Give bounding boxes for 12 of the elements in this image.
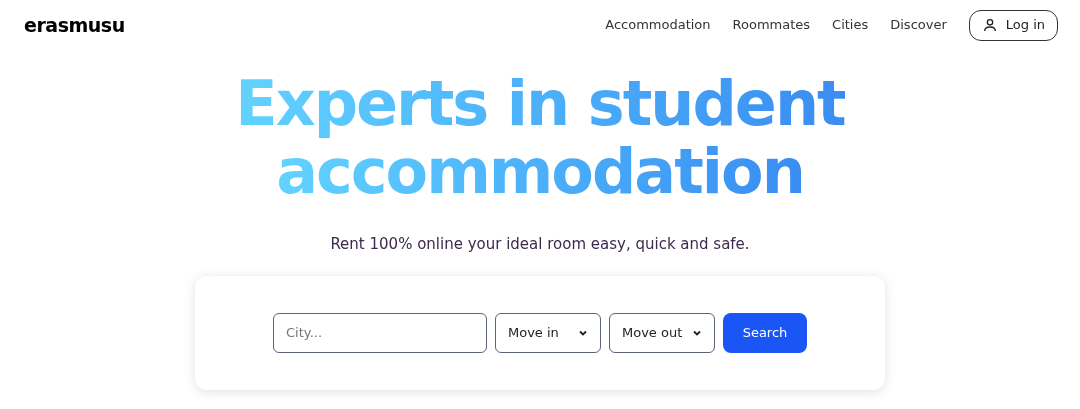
search-button[interactable]: Search: [723, 312, 807, 353]
nav-link[interactable]: Accommodation: [605, 15, 711, 35]
nav-link[interactable]: Roommates: [732, 15, 811, 35]
login-button[interactable]: Log in: [968, 9, 1058, 41]
date-select[interactable]: Move in: [495, 312, 601, 353]
logo[interactable]: erasmusu: [24, 10, 125, 40]
user-icon: [981, 17, 998, 33]
hero-subtitle: Rent 100% online your ideal room easy, quick and safe.: [330, 234, 750, 255]
nav-link[interactable]: Cities: [832, 15, 869, 35]
date-select[interactable]: Move out: [609, 312, 715, 353]
nav-link[interactable]: Discover: [890, 15, 947, 35]
city-field[interactable]: City...: [273, 312, 487, 353]
